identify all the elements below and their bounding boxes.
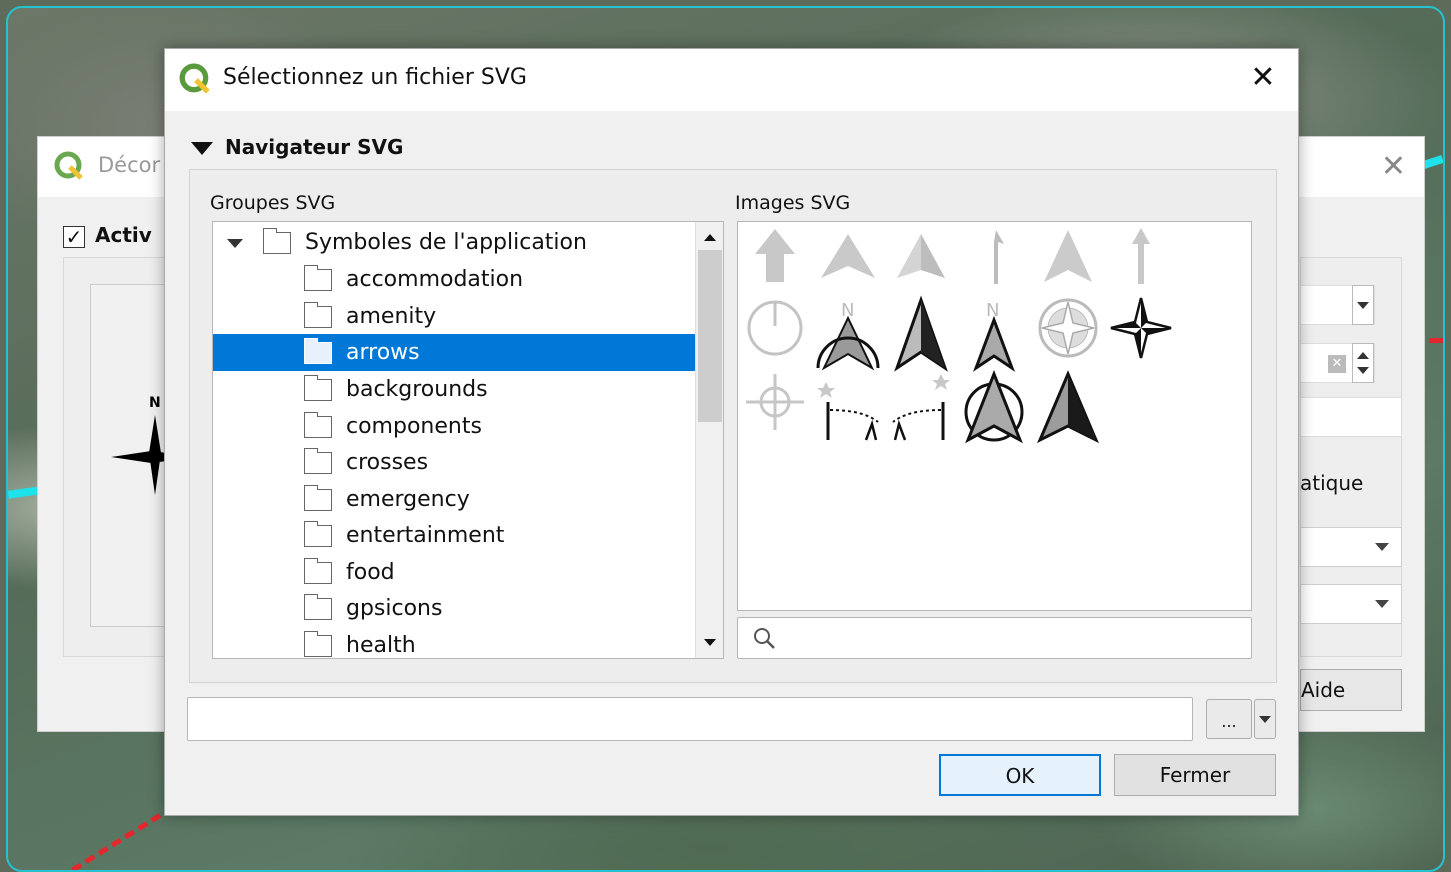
folder-icon — [303, 521, 332, 547]
style-dropdown[interactable] — [1352, 285, 1374, 325]
tree-item-components[interactable]: components — [213, 408, 697, 445]
tree-item-crosses[interactable]: crosses — [213, 444, 697, 481]
tree-item-label: food — [346, 560, 395, 585]
folder-icon — [303, 302, 332, 328]
north-arrow-labeled-icon: N — [972, 300, 1016, 372]
tree-item-gpsicons[interactable]: gpsicons — [213, 590, 697, 627]
section-title: Navigateur SVG — [225, 135, 404, 159]
enable-checkbox[interactable]: ✓ Activ — [63, 223, 152, 248]
north-arc-left-icon — [817, 382, 879, 441]
map-road-red — [1429, 338, 1443, 343]
tree-item-accommodation[interactable]: accommodation — [213, 261, 697, 298]
tree-item-backgrounds[interactable]: backgrounds — [213, 371, 697, 408]
north-arrow-ring-icon — [964, 369, 1024, 444]
folder-icon — [303, 338, 332, 364]
tree-item-label: arrows — [346, 340, 420, 365]
tree-item-label: accommodation — [346, 267, 524, 292]
power-circle-icon — [747, 300, 803, 356]
qgis-logo-icon — [179, 63, 211, 99]
folder-icon — [303, 594, 332, 620]
browse-dropdown[interactable] — [1254, 699, 1276, 739]
thin-north-arrow-icon — [994, 230, 1004, 284]
tree-item-emergency[interactable]: emergency — [213, 481, 697, 518]
dialog-title: Sélectionnez un fichier SVG — [223, 65, 527, 90]
groups-label: Groupes SVG — [210, 192, 336, 214]
arrow-up-gray-icon — [755, 229, 795, 282]
tree-item-label: backgrounds — [346, 377, 488, 402]
browse-button[interactable]: ... — [1206, 699, 1252, 739]
tree-item-label: entertainment — [346, 523, 505, 548]
checkbox-checked-icon[interactable]: ✓ — [63, 225, 85, 248]
north-letter: N — [986, 300, 999, 321]
automatic-label: atique — [1300, 471, 1364, 495]
tree-item-label: components — [346, 414, 482, 439]
scroll-down-icon[interactable] — [704, 639, 716, 646]
clear-icon[interactable]: ✕ — [1328, 355, 1346, 373]
enable-label: Activ — [95, 223, 152, 247]
folder-icon — [303, 558, 332, 584]
navigation-arrow-gray-icon — [821, 234, 875, 278]
chevron-down-icon — [1375, 543, 1389, 551]
search-input[interactable] — [737, 617, 1252, 659]
folder-icon — [303, 631, 332, 657]
crosshair-target-icon — [746, 374, 804, 430]
tree-scrollbar[interactable] — [695, 222, 723, 658]
margin-combo[interactable] — [1300, 584, 1402, 624]
decoration-title: Décor — [98, 153, 161, 177]
folder-icon — [303, 485, 332, 511]
folder-icon — [303, 265, 332, 291]
collapse-triangle-icon — [191, 142, 213, 155]
dialog-titlebar: Sélectionnez un fichier SVG ✕ — [165, 49, 1298, 111]
compass-rose-icon — [1038, 298, 1098, 358]
arrowhead-black-icon — [1037, 370, 1099, 444]
svg-browser-toggle[interactable]: Navigateur SVG — [191, 135, 403, 159]
images-label: Images SVG — [735, 192, 851, 214]
svg-path-input[interactable] — [187, 697, 1193, 741]
close-icon[interactable]: ✕ — [1242, 57, 1284, 99]
tree-item-amenity[interactable]: amenity — [213, 298, 697, 335]
help-button[interactable]: Aide — [1300, 669, 1402, 711]
search-icon — [752, 626, 778, 656]
four-point-star-icon — [1110, 297, 1172, 359]
tree-item-arrows[interactable]: arrows — [213, 334, 697, 371]
scroll-up-icon[interactable] — [704, 234, 716, 241]
thin-arrow-up-icon — [1132, 228, 1150, 284]
tree-item-label: health — [346, 633, 416, 658]
folder-icon — [303, 375, 332, 401]
ok-button[interactable]: OK — [939, 754, 1101, 796]
navigation-arrow-half-gray-icon — [897, 234, 945, 278]
tree-item-food[interactable]: food — [213, 554, 697, 591]
chevron-down-icon — [1375, 600, 1389, 608]
north-arrow-circle-icon: N — [816, 300, 880, 371]
rotation-field[interactable] — [1300, 397, 1402, 437]
tall-arrowhead-gray-icon — [1044, 230, 1092, 282]
svg-file-dialog: Sélectionnez un fichier SVG ✕ Navigateur… — [164, 48, 1299, 816]
tree-item-health[interactable]: health — [213, 627, 697, 658]
svg-groups-tree[interactable]: Symboles de l'application accommodation … — [212, 221, 724, 659]
tree-item-entertainment[interactable]: entertainment — [213, 517, 697, 554]
north-arrow-black-icon — [894, 295, 948, 372]
tree-item-label: Symboles de l'application — [305, 230, 587, 255]
placement-combo[interactable] — [1300, 527, 1402, 567]
map-road-cyan — [1422, 155, 1443, 169]
close-button[interactable]: Fermer — [1114, 754, 1276, 796]
tree-item-label: amenity — [346, 304, 437, 329]
preview-north-letter: N — [149, 395, 161, 411]
tree-item-label: crosses — [346, 450, 429, 475]
north-arc-right-icon — [892, 374, 950, 441]
svg-images-grid[interactable]: N N — [737, 221, 1252, 611]
tree-item-label: emergency — [346, 487, 470, 512]
close-icon[interactable]: ✕ — [1381, 149, 1406, 184]
folder-icon — [262, 228, 291, 254]
folder-icon — [303, 448, 332, 474]
tree-item-label: gpsicons — [346, 596, 443, 621]
folder-icon — [303, 412, 332, 438]
expand-caret-icon[interactable] — [227, 239, 243, 248]
tree-root[interactable]: Symboles de l'application — [213, 224, 697, 261]
qgis-logo-icon — [54, 151, 84, 185]
size-stepper[interactable] — [1352, 343, 1374, 383]
scrollbar-thumb[interactable] — [698, 250, 722, 422]
